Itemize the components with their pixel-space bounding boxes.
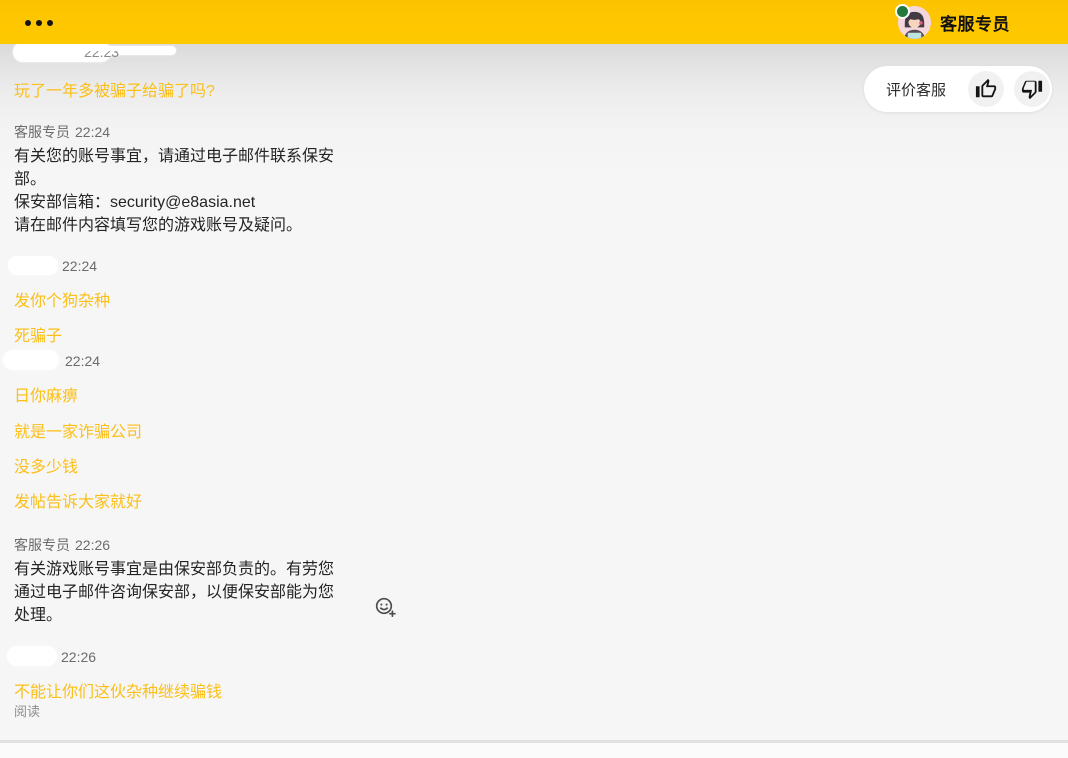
timestamp: 22:24 — [75, 124, 110, 140]
rate-agent-pill: 评价客服 — [864, 66, 1052, 112]
agent-avatar — [898, 6, 931, 39]
redacted-name — [8, 256, 58, 275]
thumb-down-icon — [1021, 78, 1043, 100]
redacted-name — [3, 350, 59, 370]
more-menu-button[interactable] — [23, 14, 55, 32]
composer-area-edge — [0, 743, 1068, 758]
agent-name: 客服专员 — [940, 10, 1010, 35]
visitor-message: 没多少钱 — [14, 453, 78, 477]
online-status-dot — [895, 4, 910, 19]
chat-message-area: 评价客服 22:23 玩了一年多被骗子给骗了吗? 客服专员 22:24 有关您的账… — [0, 44, 1068, 758]
thumb-up-icon — [975, 78, 997, 100]
message-meta: 客服专员 22:24 — [14, 122, 110, 142]
agent-identity: 客服专员 — [898, 0, 1010, 44]
ellipsis-icon — [47, 20, 53, 26]
timestamp: 22:24 — [65, 353, 100, 369]
rate-agent-label: 评价客服 — [886, 79, 946, 100]
visitor-message: 发帖告诉大家就好 — [14, 488, 142, 512]
visitor-message: 就是一家诈骗公司 — [14, 418, 142, 442]
ellipsis-icon — [36, 20, 42, 26]
visitor-message: 日你麻痹 — [14, 382, 78, 406]
visitor-message: 不能让你们这伙杂种继续骗钱 — [14, 678, 222, 702]
clipped-timestamp: 22:23 — [84, 51, 119, 60]
timestamp: 22:24 — [62, 258, 97, 274]
ellipsis-icon — [25, 20, 31, 26]
sender-name: 客服专员 — [14, 537, 70, 553]
visitor-message: 发你个狗杂种 — [14, 287, 110, 311]
agent-message: 有关游戏账号事宜是由保安部负责的。有劳您 通过电子邮件咨询保安部，以便保安部能为… — [14, 558, 334, 627]
timestamp: 22:26 — [61, 649, 96, 665]
chat-header: 客服专员 — [0, 0, 1068, 44]
agent-message: 有关您的账号事宜，请通过电子邮件联系保安 部。 保安部信箱：security@e… — [14, 145, 334, 237]
visitor-message: 死骗子 — [14, 322, 62, 346]
redacted-name — [7, 646, 57, 666]
add-emoji-reaction-button[interactable] — [374, 596, 398, 620]
visitor-message: 玩了一年多被骗子给骗了吗? — [14, 77, 215, 101]
read-receipt: 阅读 — [14, 701, 40, 720]
timestamp: 22:26 — [75, 537, 110, 553]
message-meta: 客服专员 22:26 — [14, 535, 110, 555]
thumb-down-button[interactable] — [1014, 71, 1050, 107]
sender-name: 客服专员 — [14, 124, 70, 140]
thumb-up-button[interactable] — [968, 71, 1004, 107]
